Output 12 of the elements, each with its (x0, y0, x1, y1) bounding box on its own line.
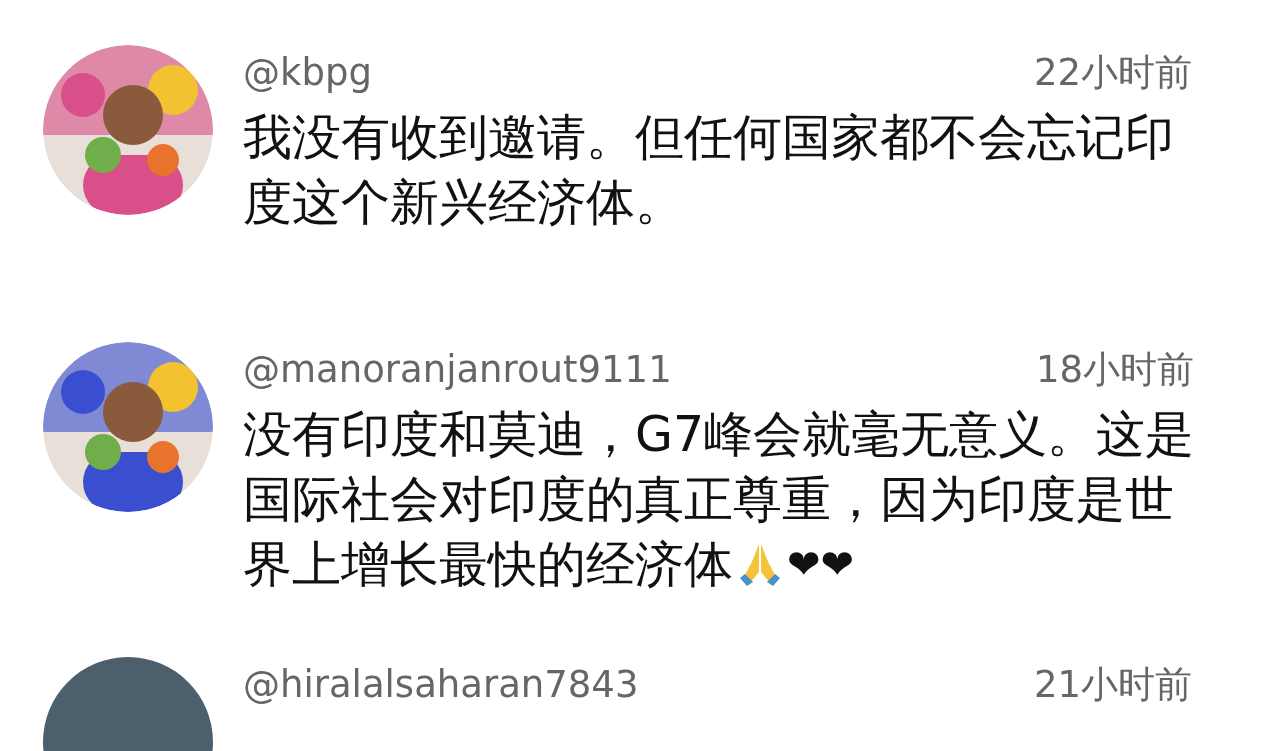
username[interactable]: @kbpg (243, 45, 372, 101)
comment-line: 国际社会对印度的真正尊重，因为印度是世 (243, 470, 1174, 530)
timestamp: 22小时前 (1033, 50, 1192, 96)
comment-line: 没有印度和莫迪，G7峰会就毫无意义。这是 (243, 405, 1195, 465)
username[interactable]: @hiralalsaharan7843 (243, 657, 639, 713)
comment-line: 我没有收到邀请。但任何国家都不会忘记印 (243, 108, 1174, 168)
timestamp: 18小时前 (1036, 347, 1195, 393)
timestamp: 21小时前 (1033, 662, 1192, 708)
comment-line: 界上增长最快的经济体 (243, 535, 733, 595)
username[interactable]: @manoranjanrout9111 (243, 342, 672, 398)
hearts-emoji: ❤❤ (787, 540, 855, 589)
comment-line: 度这个新兴经济体。 (243, 173, 684, 233)
